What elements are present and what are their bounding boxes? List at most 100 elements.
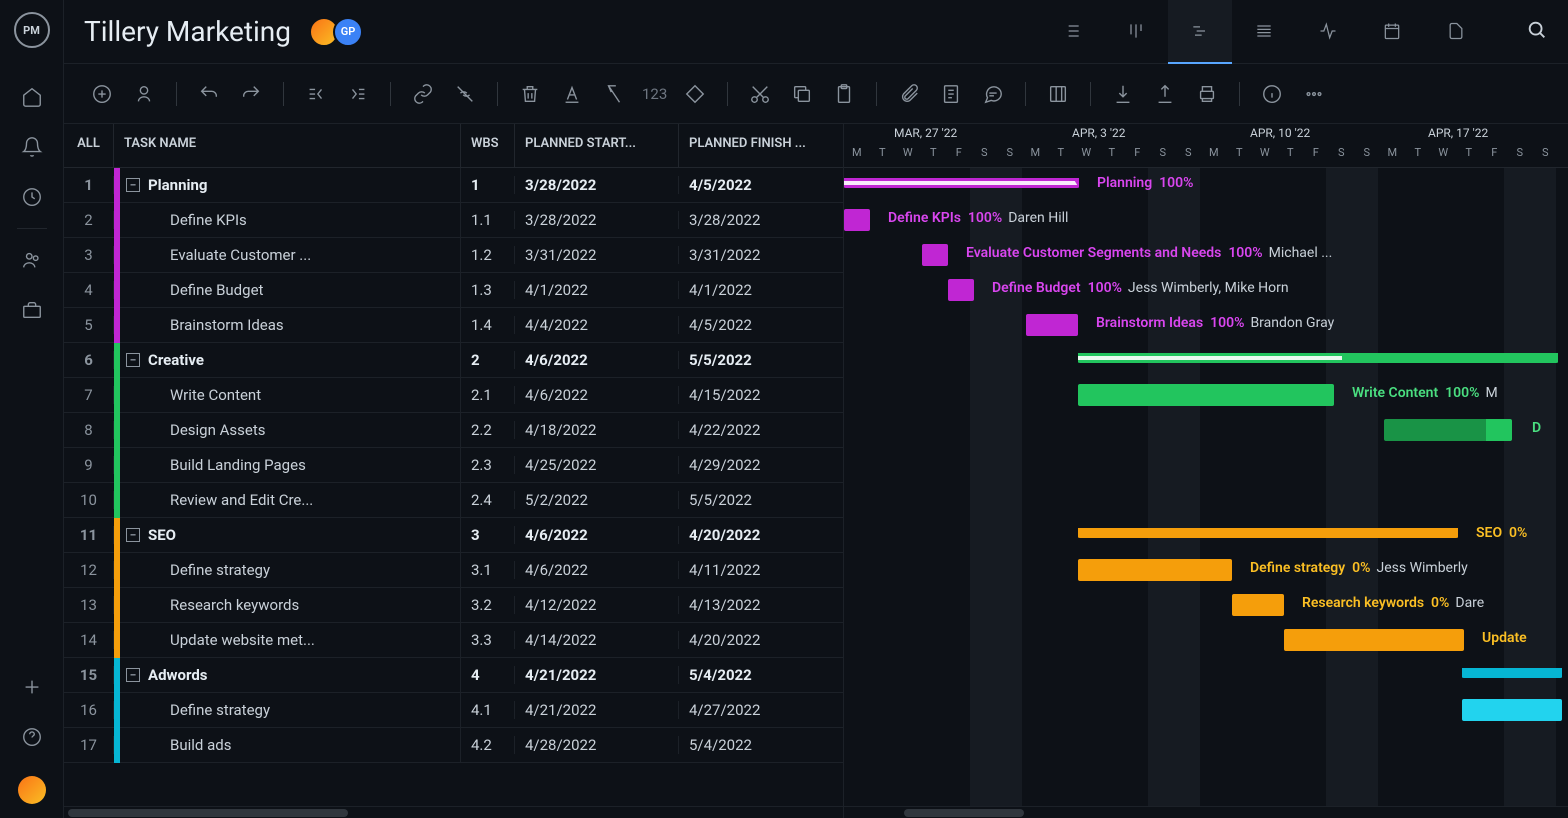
outdent-button[interactable] bbox=[302, 80, 330, 108]
task-bar[interactable] bbox=[1078, 384, 1334, 406]
briefcase-icon[interactable] bbox=[21, 299, 43, 321]
collapse-icon[interactable]: − bbox=[126, 528, 140, 542]
undo-button[interactable] bbox=[195, 80, 223, 108]
summary-bar[interactable] bbox=[844, 178, 1079, 188]
add-task-button[interactable] bbox=[88, 80, 116, 108]
task-row[interactable]: 6 − Creative 2 4/6/2022 5/5/2022 bbox=[64, 343, 843, 378]
col-wbs[interactable]: WBS bbox=[461, 124, 515, 167]
print-button[interactable] bbox=[1193, 80, 1221, 108]
paste-button[interactable] bbox=[830, 80, 858, 108]
task-row[interactable]: 9 Build Landing Pages 2.3 4/25/2022 4/29… bbox=[64, 448, 843, 483]
task-row[interactable]: 14 Update website met... 3.3 4/14/2022 4… bbox=[64, 623, 843, 658]
bell-icon[interactable] bbox=[21, 136, 43, 158]
task-row[interactable]: 5 Brainstorm Ideas 1.4 4/4/2022 4/5/2022 bbox=[64, 308, 843, 343]
priority-button[interactable] bbox=[681, 80, 709, 108]
task-name-cell[interactable]: Review and Edit Cre... bbox=[114, 483, 461, 518]
col-task-name[interactable]: TASK NAME bbox=[114, 124, 461, 167]
comment-button[interactable] bbox=[979, 80, 1007, 108]
help-icon[interactable] bbox=[21, 726, 43, 748]
clear-format-button[interactable] bbox=[600, 80, 628, 108]
task-row[interactable]: 17 Build ads 4.2 4/28/2022 5/4/2022 bbox=[64, 728, 843, 763]
task-name-cell[interactable]: Define Budget bbox=[114, 273, 461, 308]
col-planned-finish[interactable]: PLANNED FINISH ... bbox=[679, 124, 843, 167]
collapse-icon[interactable]: − bbox=[126, 178, 140, 192]
task-row[interactable]: 1 − Planning 1 3/28/2022 4/5/2022 bbox=[64, 168, 843, 203]
task-name-cell[interactable]: Brainstorm Ideas bbox=[114, 308, 461, 343]
task-name-cell[interactable]: − Adwords bbox=[114, 658, 461, 693]
task-row[interactable]: 10 Review and Edit Cre... 2.4 5/2/2022 5… bbox=[64, 483, 843, 518]
columns-button[interactable] bbox=[1044, 80, 1072, 108]
activity-view-button[interactable] bbox=[1296, 0, 1360, 64]
cut-button[interactable] bbox=[746, 80, 774, 108]
task-bar[interactable] bbox=[1284, 629, 1464, 651]
delete-button[interactable] bbox=[516, 80, 544, 108]
task-row[interactable]: 15 − Adwords 4 4/21/2022 5/4/2022 bbox=[64, 658, 843, 693]
task-row[interactable]: 16 Define strategy 4.1 4/21/2022 4/27/20… bbox=[64, 693, 843, 728]
task-name-cell[interactable]: Design Assets bbox=[114, 413, 461, 448]
task-name-cell[interactable]: Evaluate Customer ... bbox=[114, 238, 461, 273]
task-bar[interactable] bbox=[948, 279, 974, 301]
task-row[interactable]: 2 Define KPIs 1.1 3/28/2022 3/28/2022 bbox=[64, 203, 843, 238]
task-row[interactable]: 12 Define strategy 3.1 4/6/2022 4/11/202… bbox=[64, 553, 843, 588]
summary-bar[interactable] bbox=[1078, 353, 1558, 363]
clock-icon[interactable] bbox=[21, 186, 43, 208]
assign-button[interactable] bbox=[130, 80, 158, 108]
gantt-scrollbar[interactable] bbox=[844, 806, 1568, 818]
task-bar[interactable] bbox=[1384, 419, 1512, 441]
task-name-cell[interactable]: Build ads bbox=[114, 728, 461, 763]
task-row[interactable]: 8 Design Assets 2.2 4/18/2022 4/22/2022 bbox=[64, 413, 843, 448]
task-bar[interactable] bbox=[1026, 314, 1078, 336]
export-button[interactable] bbox=[1151, 80, 1179, 108]
more-button[interactable] bbox=[1300, 80, 1328, 108]
task-bar[interactable] bbox=[1078, 559, 1232, 581]
member-avatars[interactable]: GP bbox=[309, 17, 363, 47]
redo-button[interactable] bbox=[237, 80, 265, 108]
task-bar[interactable] bbox=[922, 244, 948, 266]
task-row[interactable]: 4 Define Budget 1.3 4/1/2022 4/1/2022 bbox=[64, 273, 843, 308]
task-name-cell[interactable]: Research keywords bbox=[114, 588, 461, 623]
task-name-cell[interactable]: − Creative bbox=[114, 343, 461, 378]
calendar-view-button[interactable] bbox=[1360, 0, 1424, 64]
task-name-cell[interactable]: Define strategy bbox=[114, 693, 461, 728]
task-row[interactable]: 13 Research keywords 3.2 4/12/2022 4/13/… bbox=[64, 588, 843, 623]
copy-button[interactable] bbox=[788, 80, 816, 108]
info-button[interactable] bbox=[1258, 80, 1286, 108]
task-bar[interactable] bbox=[1462, 699, 1562, 721]
task-bar[interactable] bbox=[844, 209, 870, 231]
board-view-button[interactable] bbox=[1104, 0, 1168, 64]
col-all[interactable]: ALL bbox=[64, 124, 114, 167]
team-icon[interactable] bbox=[21, 249, 43, 271]
task-name-cell[interactable]: Define KPIs bbox=[114, 203, 461, 238]
avatar-2[interactable]: GP bbox=[333, 17, 363, 47]
gantt-view-button[interactable] bbox=[1168, 0, 1232, 64]
file-view-button[interactable] bbox=[1424, 0, 1488, 64]
link-button[interactable] bbox=[409, 80, 437, 108]
summary-bar[interactable] bbox=[1078, 528, 1458, 538]
collapse-icon[interactable]: − bbox=[126, 353, 140, 367]
task-name-cell[interactable]: Write Content bbox=[114, 378, 461, 413]
indent-button[interactable] bbox=[344, 80, 372, 108]
task-row[interactable]: 11 − SEO 3 4/6/2022 4/20/2022 bbox=[64, 518, 843, 553]
text-color-button[interactable] bbox=[558, 80, 586, 108]
list-view-button[interactable] bbox=[1040, 0, 1104, 64]
home-icon[interactable] bbox=[21, 86, 43, 108]
sheet-view-button[interactable] bbox=[1232, 0, 1296, 64]
grid-scrollbar[interactable] bbox=[64, 806, 843, 818]
task-name-cell[interactable]: Build Landing Pages bbox=[114, 448, 461, 483]
task-name-cell[interactable]: Update website met... bbox=[114, 623, 461, 658]
task-bar[interactable] bbox=[1232, 594, 1284, 616]
task-row[interactable]: 3 Evaluate Customer ... 1.2 3/31/2022 3/… bbox=[64, 238, 843, 273]
plus-icon[interactable] bbox=[21, 676, 43, 698]
col-planned-start[interactable]: PLANNED START... bbox=[515, 124, 679, 167]
task-name-cell[interactable]: − SEO bbox=[114, 518, 461, 553]
task-name-cell[interactable]: Define strategy bbox=[114, 553, 461, 588]
task-name-cell[interactable]: − Planning bbox=[114, 168, 461, 203]
task-row[interactable]: 7 Write Content 2.1 4/6/2022 4/15/2022 bbox=[64, 378, 843, 413]
unlink-button[interactable] bbox=[451, 80, 479, 108]
import-button[interactable] bbox=[1109, 80, 1137, 108]
collapse-icon[interactable]: − bbox=[126, 668, 140, 682]
attach-button[interactable] bbox=[895, 80, 923, 108]
user-avatar[interactable] bbox=[18, 776, 46, 804]
summary-bar[interactable] bbox=[1462, 668, 1562, 678]
search-icon[interactable] bbox=[1526, 19, 1548, 45]
